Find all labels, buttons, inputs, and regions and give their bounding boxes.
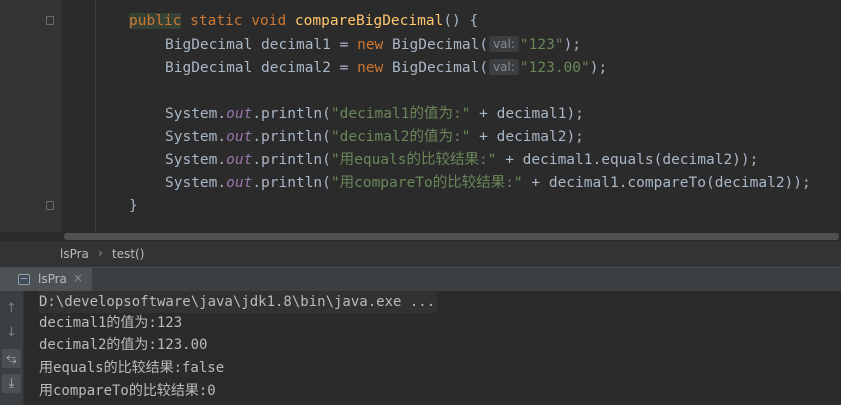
- code-line-5[interactable]: System.out.println("decimal1的值为:" + deci…: [165, 104, 584, 124]
- string-literal: "用compareTo的比较结果:": [330, 175, 523, 191]
- close-icon[interactable]: ×: [73, 271, 83, 285]
- variable-name: decimal2: [261, 60, 331, 76]
- keyword-new: new: [357, 60, 384, 76]
- code-token: System.: [165, 106, 227, 122]
- code-token: .println(: [252, 106, 331, 122]
- constructor-call: BigDecimal(: [392, 60, 489, 76]
- console-icon: [18, 274, 30, 285]
- code-line-8[interactable]: System.out.println("用compareTo的比较结果:" + …: [165, 173, 811, 193]
- console-line: 用equals的比较结果:false: [39, 360, 225, 376]
- code-token: .println(: [252, 129, 331, 145]
- code-token: .println(: [252, 152, 331, 168]
- code-line-9[interactable]: }: [129, 196, 138, 216]
- code-line-1[interactable]: public static void compareBigDecimal() {: [129, 11, 478, 31]
- code-token: + decimal2);: [470, 129, 584, 145]
- editor-gutter[interactable]: [0, 0, 62, 232]
- code-token: =: [339, 37, 349, 53]
- type-name: BigDecimal: [165, 60, 253, 76]
- code-token: System.: [165, 129, 227, 145]
- console-line: decimal2的值为:123.00: [39, 337, 208, 353]
- field-out: out: [226, 106, 253, 122]
- code-token: System.: [165, 175, 227, 191]
- run-tab-label: lsPra: [38, 272, 67, 286]
- keyword-void: void: [251, 13, 287, 29]
- indent-guide: [95, 0, 96, 232]
- fold-marker-method-end[interactable]: [46, 201, 54, 210]
- arrow-up-icon[interactable]: ↑: [2, 299, 21, 318]
- console-command-line[interactable]: D:\developsoftware\java\jdk1.8\bin\java.…: [39, 291, 438, 313]
- soft-wrap-icon[interactable]: ⥃: [2, 349, 21, 368]
- keyword-new: new: [357, 37, 384, 53]
- string-literal: "123.00": [519, 60, 590, 76]
- tab-run-lspra[interactable]: lsPra ×: [0, 268, 92, 291]
- keyword-public: public: [129, 13, 182, 29]
- code-token: System.: [165, 152, 227, 168]
- code-token: }: [129, 198, 138, 214]
- breadcrumb-method[interactable]: test(): [112, 247, 144, 261]
- console-line: decimal1的值为:123: [39, 315, 183, 331]
- fold-marker-method-start[interactable]: [46, 16, 54, 25]
- code-token: );: [589, 60, 608, 76]
- field-out: out: [226, 152, 253, 168]
- code-token: .println(: [252, 175, 331, 191]
- code-line-2[interactable]: BigDecimal decimal1 = new BigDecimal(val…: [165, 35, 581, 55]
- run-panel-header: lsPra ×: [0, 267, 841, 291]
- code-line-6[interactable]: System.out.println("decimal2的值为:" + deci…: [165, 127, 584, 147]
- console-line: 用compareTo的比较结果:0: [39, 383, 216, 399]
- code-token: =: [339, 60, 349, 76]
- run-toolbar: ↑ ↓ ⥃ ⤓: [0, 291, 24, 405]
- variable-name: decimal1: [261, 37, 331, 53]
- code-token: + decimal1.compareTo(decimal2));: [522, 175, 811, 191]
- keyword-static: static: [190, 13, 243, 29]
- string-literal: "decimal2的值为:": [330, 129, 471, 145]
- field-out: out: [226, 175, 253, 191]
- code-token: );: [563, 37, 582, 53]
- string-literal: "123": [519, 37, 564, 53]
- code-line-7[interactable]: System.out.println("用equals的比较结果:" + dec…: [165, 150, 758, 170]
- code-token: + decimal1);: [470, 106, 584, 122]
- scroll-to-end-icon[interactable]: ⤓: [2, 374, 21, 393]
- chevron-right-icon: ›: [98, 246, 103, 260]
- method-name: compareBigDecimal: [294, 13, 444, 29]
- console-output[interactable]: D:\developsoftware\java\jdk1.8\bin\java.…: [24, 291, 841, 405]
- code-token: () {: [443, 13, 479, 29]
- arrow-down-icon[interactable]: ↓: [2, 323, 21, 342]
- code-editor[interactable]: public static void compareBigDecimal() {…: [0, 0, 841, 232]
- code-token: + decimal1.equals(decimal2));: [496, 152, 759, 168]
- string-literal: "用equals的比较结果:": [330, 152, 497, 168]
- constructor-call: BigDecimal(: [392, 37, 489, 53]
- breadcrumb-class[interactable]: lsPra: [60, 247, 89, 261]
- scrollbar-thumb[interactable]: [64, 233, 839, 240]
- breadcrumb: lsPra › test(): [0, 241, 841, 267]
- parameter-hint: val:: [489, 36, 519, 52]
- code-line-3[interactable]: BigDecimal decimal2 = new BigDecimal(val…: [165, 58, 607, 78]
- type-name: BigDecimal: [165, 37, 253, 53]
- editor-horizontal-scrollbar[interactable]: [62, 232, 841, 241]
- string-literal: "decimal1的值为:": [330, 106, 471, 122]
- parameter-hint: val:: [489, 59, 519, 75]
- field-out: out: [226, 129, 253, 145]
